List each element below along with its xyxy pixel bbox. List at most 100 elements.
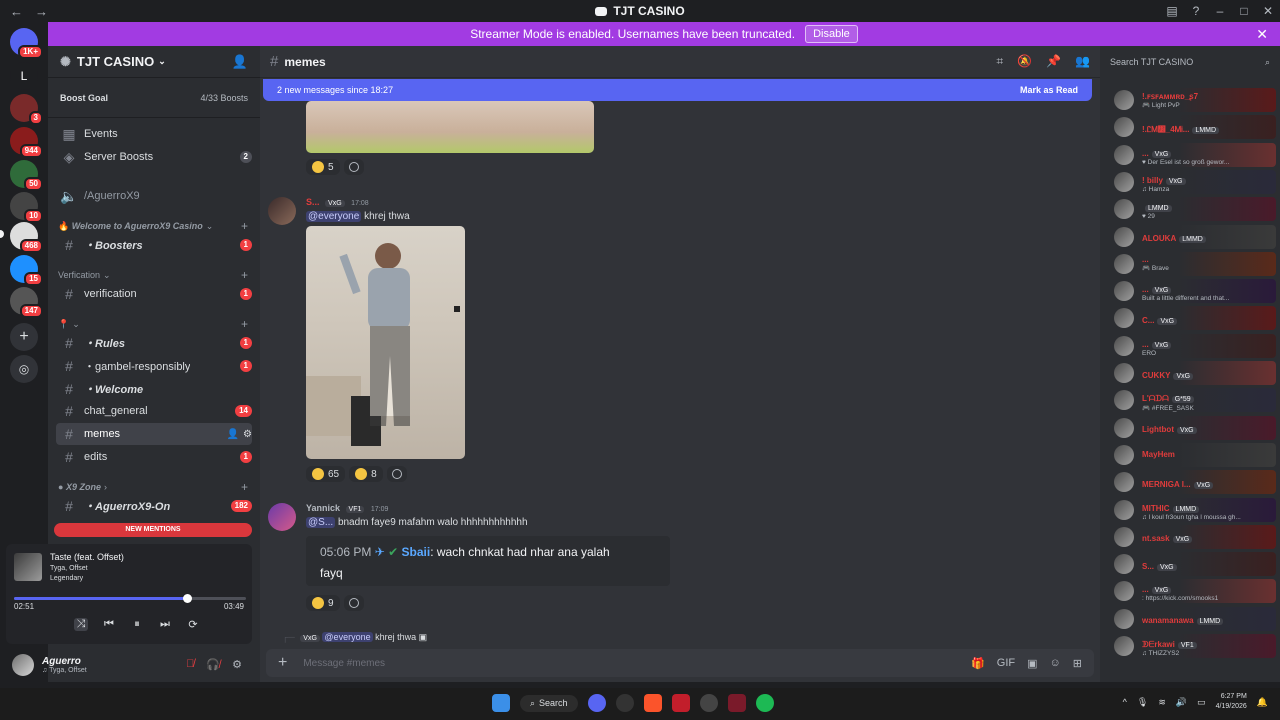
category-x9-zone[interactable]: ● X9 Zone › + [58,479,248,495]
message-composer[interactable]: + Message #memes 🎁 GIF ▣ ☺ ⊞ [266,649,1094,677]
notification-icon[interactable]: 🔔 [1257,697,1268,708]
member-item[interactable]: ... VxG: https://kick.com/smooks1 [1114,579,1276,604]
member-item[interactable]: nt.sask VxG [1114,524,1276,549]
reply-preview[interactable]: ┌─ VxG @everyone khrej thwa ▣ [282,632,427,643]
back-icon[interactable]: ← [10,4,23,19]
channel-rules[interactable]: # ・Rules 1 [56,332,252,354]
minimize-icon[interactable]: – [1208,4,1232,18]
search-input[interactable]: Search TJT CASINO ⌕ [1110,52,1270,72]
member-item[interactable]: S... VxG [1114,552,1276,577]
message-input[interactable]: Message #memes [303,658,385,669]
category-verification[interactable]: Verfication ⌄ + [58,267,248,283]
avatar[interactable] [268,197,296,225]
windows-start-icon[interactable] [492,694,510,712]
quote-author[interactable]: Sbaii [402,545,431,559]
server-header[interactable]: ✺ TJT CASINO ⌄ 👤 [48,46,260,78]
channel-edits[interactable]: # edits 1 [56,446,252,468]
deafen-icon[interactable]: 🎧̸ [206,658,220,671]
channel-boosters[interactable]: # ・Boosters 1 [56,234,252,256]
server-icon-l[interactable]: L [10,62,38,90]
disable-button[interactable]: Disable [805,25,858,43]
wifi-icon[interactable]: ≋ [1158,697,1166,708]
gear-icon[interactable]: ⚙ [232,658,242,671]
avatar[interactable] [12,654,34,676]
seek-bar[interactable] [14,594,246,603]
mention[interactable]: @S... [306,517,336,528]
reaction-laugh[interactable]: 5 [306,159,340,175]
channel-aguerrox9-on[interactable]: # ・AguerroX9-On 182 [56,495,252,517]
channel-gambel-responsibly[interactable]: # ・gambel-responsibly 1 [56,355,252,377]
message-author[interactable]: S... [306,197,320,207]
app-icon[interactable] [727,694,746,712]
forward-icon[interactable]: → [35,4,48,19]
direct-messages-button[interactable]: 1K+ [10,28,43,59]
spotify-app-icon[interactable] [755,694,774,712]
member-item[interactable]: ... VxG ERO [1114,333,1276,358]
server-icon[interactable]: 3 [10,94,43,125]
app-icon[interactable] [699,694,718,712]
help-icon[interactable]: ? [1184,4,1208,18]
add-reaction-button[interactable] [386,466,407,482]
battery-icon[interactable]: ▭ [1197,697,1206,708]
notification-mute-icon[interactable]: 🔕 [1017,54,1032,69]
previous-icon[interactable]: ⏮ [102,618,116,631]
new-mentions-button[interactable]: NEW MENTIONS [54,523,252,537]
member-item[interactable]: LMMD ♥ 29 [1114,197,1276,222]
add-channel-icon[interactable]: + [241,219,248,233]
events-item[interactable]: ▦ Events [56,123,252,145]
reaction-laugh[interactable]: 65 [306,466,346,482]
category-welcome[interactable]: 🔥 Welcome to AguerroX9 Casino ⌄ + [58,218,248,234]
reaction-laugh[interactable]: 9 [306,595,340,611]
member-item[interactable]: !.ᏝᎷ᏶_4ᎷᎥ... LMMD [1114,115,1276,140]
server-boosts-item[interactable]: ◈ Server Boosts 2 [56,146,252,168]
channel-chat-general[interactable]: # chat_general 14 [56,400,252,422]
new-messages-bar[interactable]: 2 new messages since 18:27 Mark as Read [263,79,1092,101]
member-item[interactable]: ! billy VxG ♫ Hamza [1114,169,1276,194]
taskbar-search[interactable]: ⌕ Search [520,694,578,712]
member-item[interactable]: CUKKY VxG [1114,361,1276,385]
server-folder[interactable]: 147 [10,287,43,318]
add-server-icon[interactable]: + [10,323,38,351]
add-reaction-button[interactable] [343,595,364,611]
voice-channel-aguerrox9[interactable]: 🔈/AguerroX9 [56,185,252,207]
member-item[interactable]: C... VxG [1114,306,1276,331]
gift-icon[interactable]: 🎁 [971,657,985,670]
add-member-icon[interactable]: 👤 [227,429,239,440]
pause-icon[interactable]: ⏸ [130,618,144,631]
volume-icon[interactable]: 🔊 [1176,697,1187,708]
server-icon[interactable]: 50 [10,160,43,191]
github-app-icon[interactable] [615,694,634,712]
member-item[interactable]: Lightbot VxG [1114,415,1276,440]
microphone-icon[interactable]: 🎙 [1137,697,1148,708]
member-item[interactable]: MayHem [1114,442,1276,467]
member-item[interactable]: ... VxG Built a little different and that.… [1114,279,1276,304]
mark-as-read-button[interactable]: Mark as Read [1020,85,1078,95]
acrobat-app-icon[interactable] [671,694,690,712]
next-icon[interactable]: ⏭ [158,618,172,631]
add-reaction-button[interactable] [343,159,364,175]
member-item[interactable]: ... 🎮 Brave [1114,251,1276,276]
member-item[interactable]: MITHIC LMMD ♫ l koul fr3oun tgha l moussa … [1114,497,1276,522]
sticker-icon[interactable]: ▣ [1027,657,1037,670]
clock[interactable]: 6:27 PM 4/19/2026 [1216,692,1247,712]
repeat-icon[interactable]: ⟳ [186,618,200,631]
seek-handle[interactable] [183,594,193,603]
server-icon[interactable]: 944 [10,127,43,158]
invite-people-icon[interactable]: 👤 [232,54,248,70]
close-icon[interactable]: ✕ [1256,26,1268,43]
gear-icon[interactable]: ⚙ [243,429,252,440]
member-item[interactable]: L'ᗩᗪᗩ G*59 🎮 #FREE_SASK [1114,388,1276,413]
message-image[interactable] [306,101,594,153]
add-channel-icon[interactable]: + [241,317,248,331]
message-author[interactable]: Yannick [306,503,340,513]
threads-icon[interactable]: ⌗ [996,54,1003,69]
pin-icon[interactable]: 📌 [1046,54,1061,69]
discover-icon[interactable]: ◎ [10,355,38,383]
channel-memes[interactable]: # memes 👤 ⚙ [56,423,252,445]
add-channel-icon[interactable]: + [241,268,248,282]
member-item[interactable]: ... VxG ♥ Der Esel ist so groß gewor... [1114,142,1276,167]
attach-icon[interactable]: + [278,654,287,672]
member-item[interactable]: !.ꜰꜱꜰᴀᴍᴍʀᴅ_ʂ7 🎮 Light PvP [1114,88,1276,112]
member-item[interactable]: ᗫᗴrkawi VF1 ♫ THIZZYS2 [1114,634,1276,658]
message-image[interactable] [306,226,465,459]
